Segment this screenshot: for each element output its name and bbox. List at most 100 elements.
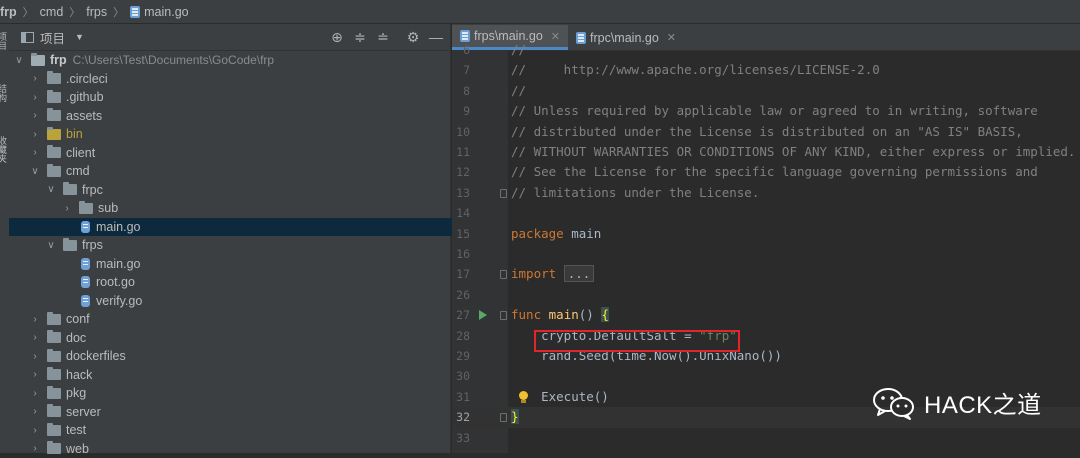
tree-item-label: sub: [98, 201, 118, 215]
breadcrumb: frp 〉 cmd 〉 frps 〉 main.go: [0, 0, 1080, 24]
tree-item[interactable]: root.go: [9, 273, 522, 292]
tree-item-label: main.go: [96, 220, 140, 234]
line-number: 13: [452, 183, 470, 203]
chevron-right-icon[interactable]: ›: [29, 351, 41, 362]
fold-marker-icon[interactable]: [500, 413, 507, 422]
tree-root[interactable]: ∨ frp C:\Users\Test\Documents\GoCode\frp: [9, 51, 454, 70]
line-number: 29: [452, 346, 470, 366]
tree-item[interactable]: › hack: [9, 366, 470, 385]
fold-marker-icon[interactable]: [500, 189, 507, 198]
breadcrumb-label: frp: [0, 5, 17, 19]
line-number: 16: [452, 244, 470, 264]
go-file-icon: [81, 276, 90, 288]
tree-item[interactable]: › assets: [9, 107, 470, 126]
folder-icon: [63, 184, 77, 195]
tree-item[interactable]: › .circleci: [9, 70, 470, 89]
chevron-right-icon[interactable]: ›: [29, 147, 41, 158]
tree-item-label: client: [66, 146, 95, 160]
tree-item[interactable]: › client: [9, 144, 470, 163]
folder-icon: [47, 147, 61, 158]
code-line: 17 import ...: [452, 264, 1080, 284]
breadcrumb-item-cmd[interactable]: cmd: [40, 0, 64, 24]
fold-marker-icon[interactable]: [500, 270, 507, 279]
tree-item-selected[interactable]: main.go: [9, 218, 522, 237]
gear-icon[interactable]: ⚙: [405, 29, 421, 45]
chevron-right-icon[interactable]: ›: [29, 425, 41, 436]
code-line: 13 // limitations under the License.: [452, 183, 1080, 203]
chevron-right-icon[interactable]: ›: [29, 332, 41, 343]
tree-item-label: main.go: [96, 257, 140, 271]
line-number: 32: [452, 407, 470, 427]
chevron-down-icon[interactable]: ▼: [75, 32, 84, 42]
run-icon[interactable]: [479, 310, 487, 320]
minimize-icon[interactable]: —: [428, 29, 444, 45]
chevron-right-icon[interactable]: ›: [29, 73, 41, 84]
code-text: Execute(): [511, 387, 609, 407]
tool-tab-project[interactable]: 项目: [0, 32, 9, 60]
tree-item[interactable]: › conf: [9, 310, 470, 329]
tree-item[interactable]: ∨ cmd: [9, 162, 470, 181]
code-text: //: [511, 40, 526, 60]
code-line: 6 //: [452, 40, 1080, 60]
chevron-right-icon[interactable]: ›: [29, 110, 41, 121]
tree-item[interactable]: verify.go: [9, 292, 522, 311]
code-text: // See the License for the specific lang…: [511, 162, 1038, 182]
breadcrumb-item-main-go[interactable]: main.go: [130, 0, 188, 24]
folder-icon: [47, 425, 61, 436]
watermark-text: HACK之道: [924, 385, 1042, 420]
tool-tab-structure[interactable]: 结构: [0, 84, 9, 114]
code-line: 26: [452, 285, 1080, 305]
folder-icon: [47, 166, 61, 177]
project-panel-title[interactable]: 项目: [40, 28, 65, 47]
chevron-right-icon[interactable]: ›: [29, 406, 41, 417]
chevron-down-icon[interactable]: ∨: [29, 166, 41, 177]
chevron-down-icon[interactable]: ∨: [13, 55, 25, 66]
breadcrumb-item-frps[interactable]: frps: [86, 0, 107, 24]
chevron-right-icon[interactable]: ›: [29, 388, 41, 399]
collapse-all-icon[interactable]: ≐: [375, 29, 391, 45]
tree-item-label: .circleci: [66, 72, 108, 86]
tree-item[interactable]: › bin: [9, 125, 470, 144]
tree-item-label: cmd: [66, 164, 90, 178]
locate-file-icon[interactable]: ⊕: [329, 29, 345, 45]
chevron-down-icon[interactable]: ∨: [45, 240, 57, 251]
line-number: 6: [452, 40, 470, 60]
tree-item[interactable]: › server: [9, 403, 470, 422]
tree-item[interactable]: main.go: [9, 255, 522, 274]
chevron-down-icon[interactable]: ∨: [45, 184, 57, 195]
fold-marker-icon[interactable]: [500, 311, 507, 320]
code-line: 16: [452, 244, 1080, 264]
tree-item[interactable]: › doc: [9, 329, 470, 348]
breadcrumb-item-frp[interactable]: frp: [0, 0, 17, 24]
tree-item[interactable]: › sub: [9, 199, 502, 218]
expand-all-icon[interactable]: ≑: [352, 29, 368, 45]
tree-item[interactable]: › web: [9, 440, 470, 458]
tree-item[interactable]: › dockerfiles: [9, 347, 470, 366]
folded-import[interactable]: ...: [564, 265, 595, 282]
chevron-right-icon[interactable]: ›: [61, 203, 73, 214]
line-number: 31: [452, 387, 470, 407]
go-file-icon: [81, 221, 90, 233]
folder-icon: [79, 203, 93, 214]
project-panel: 项目 ▼ ⊕ ≑ ≐ ⚙ — ∨ frp C:\Users\Test\Docum…: [9, 24, 451, 453]
tool-tab-favorites[interactable]: 收藏夹: [0, 136, 9, 176]
code-text: //: [511, 81, 526, 101]
chevron-right-icon[interactable]: ›: [29, 314, 41, 325]
tree-item[interactable]: ∨ frps: [9, 236, 486, 255]
chevron-right-icon: 〉: [69, 4, 80, 20]
code-text: import ...: [511, 264, 594, 284]
tree-item[interactable]: › pkg: [9, 384, 470, 403]
folder-icon: [63, 240, 77, 251]
tree-item-label: web: [66, 442, 89, 456]
code-line: 11 // WITHOUT WARRANTIES OR CONDITIONS O…: [452, 142, 1080, 162]
chevron-right-icon[interactable]: ›: [29, 129, 41, 140]
tree-item[interactable]: ∨ frpc: [9, 181, 486, 200]
code-line: 8 //: [452, 81, 1080, 101]
tree-item-label: dockerfiles: [66, 349, 126, 363]
tree-item[interactable]: › test: [9, 421, 470, 440]
line-number: 27: [452, 305, 470, 325]
chevron-right-icon[interactable]: ›: [29, 92, 41, 103]
tree-item[interactable]: › .github: [9, 88, 470, 107]
highlight-box: [534, 330, 740, 352]
chevron-right-icon[interactable]: ›: [29, 369, 41, 380]
